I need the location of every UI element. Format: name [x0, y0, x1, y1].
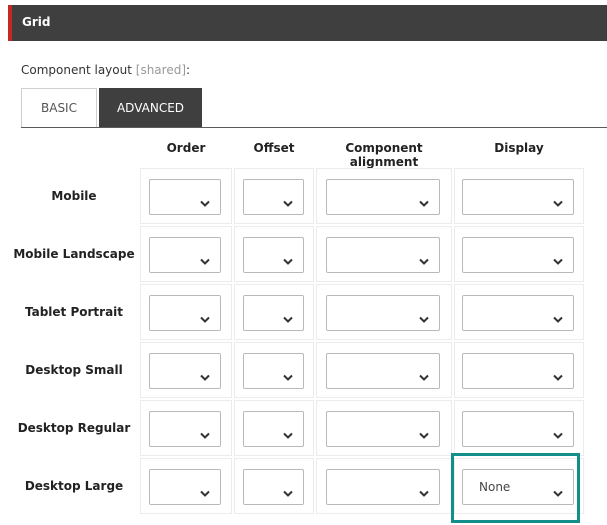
order-select[interactable]: [149, 469, 221, 505]
panel-header: Grid: [8, 5, 607, 41]
row-label: Mobile Landscape: [13, 247, 135, 261]
column-header-display: Display: [494, 141, 544, 155]
tab-basic[interactable]: BASIC: [21, 88, 97, 127]
order-select[interactable]: [149, 411, 221, 447]
display-select[interactable]: [462, 353, 574, 389]
chevron-down-icon: [200, 251, 210, 265]
chevron-down-icon: [419, 483, 429, 497]
focus-highlight: [451, 453, 580, 523]
chevron-down-icon: [553, 251, 563, 265]
alignment-select[interactable]: [326, 179, 440, 215]
section-colon: :: [186, 63, 191, 77]
display-select[interactable]: [462, 237, 574, 273]
chevron-down-icon: [553, 367, 563, 381]
offset-select[interactable]: [243, 237, 304, 273]
chevron-down-icon: [200, 367, 210, 381]
chevron-down-icon: [283, 309, 293, 323]
chevron-down-icon: [200, 483, 210, 497]
alignment-select[interactable]: [326, 469, 440, 505]
chevron-down-icon: [553, 193, 563, 207]
order-select[interactable]: [149, 353, 221, 389]
chevron-down-icon: [419, 309, 429, 323]
offset-select[interactable]: [243, 411, 304, 447]
column-header-order: Order: [166, 141, 206, 155]
shared-tag: [shared]: [135, 63, 187, 77]
row-label: Desktop Regular: [17, 421, 131, 435]
alignment-select[interactable]: [326, 411, 440, 447]
alignment-select[interactable]: [326, 353, 440, 389]
chevron-down-icon: [553, 425, 563, 439]
order-select[interactable]: [149, 179, 221, 215]
section-label-text: Component layout: [21, 63, 132, 77]
column-header-alignment: Component alignment: [345, 141, 423, 169]
offset-select[interactable]: [243, 295, 304, 331]
row-label: Mobile: [51, 189, 97, 203]
chevron-down-icon: [419, 425, 429, 439]
display-select[interactable]: [462, 295, 574, 331]
chevron-down-icon: [283, 483, 293, 497]
row-label: Desktop Small: [25, 363, 123, 377]
chevron-down-icon: [200, 193, 210, 207]
offset-select[interactable]: [243, 469, 304, 505]
chevron-down-icon: [283, 251, 293, 265]
chevron-down-icon: [283, 367, 293, 381]
chevron-down-icon: [200, 425, 210, 439]
order-select[interactable]: [149, 237, 221, 273]
row-label: Desktop Large: [24, 479, 124, 493]
panel-title: Grid: [22, 15, 51, 29]
tab-advanced[interactable]: ADVANCED: [99, 88, 202, 127]
accent-bar: [8, 5, 12, 41]
offset-select[interactable]: [243, 179, 304, 215]
chevron-down-icon: [200, 309, 210, 323]
chevron-down-icon: [553, 309, 563, 323]
section-label: Component layout [shared]:: [21, 63, 190, 77]
row-label: Tablet Portrait: [24, 305, 124, 319]
chevron-down-icon: [419, 251, 429, 265]
chevron-down-icon: [283, 193, 293, 207]
column-header-offset: Offset: [253, 141, 295, 155]
tabs-divider: [21, 127, 607, 128]
chevron-down-icon: [419, 367, 429, 381]
chevron-down-icon: [283, 425, 293, 439]
order-select[interactable]: [149, 295, 221, 331]
display-select[interactable]: [462, 411, 574, 447]
offset-select[interactable]: [243, 353, 304, 389]
alignment-select[interactable]: [326, 295, 440, 331]
chevron-down-icon: [419, 193, 429, 207]
alignment-select[interactable]: [326, 237, 440, 273]
display-select[interactable]: [462, 179, 574, 215]
